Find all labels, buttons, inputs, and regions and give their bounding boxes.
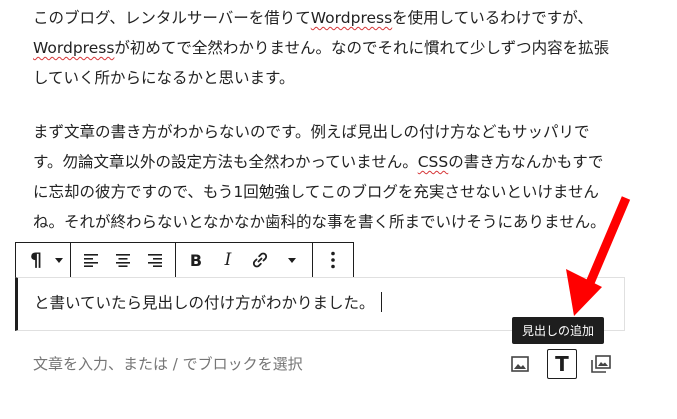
bold-icon: B	[189, 250, 203, 270]
align-right-button[interactable]	[139, 243, 171, 277]
add-heading-button[interactable]: T	[547, 349, 577, 379]
heading-icon: T	[555, 352, 569, 376]
formatting-group: B I	[176, 243, 313, 277]
paragraph-block[interactable]: このブログ、レンタルサーバーを借りてWordpressを使用しているわけですが、…	[33, 3, 613, 93]
options-group	[313, 243, 353, 277]
bold-button[interactable]: B	[180, 243, 212, 277]
align-right-icon	[148, 254, 162, 267]
align-left-button[interactable]	[75, 243, 107, 277]
caret-down-icon	[288, 257, 296, 263]
block-toolbar: ¶ B I	[15, 242, 354, 278]
paragraph-text: このブログ、レンタルサーバーを借りて	[33, 9, 311, 27]
paragraph-block-type-button[interactable]: ¶	[20, 243, 52, 277]
current-block-content[interactable]: と書いていたら見出しの付け方がわかりました。	[34, 291, 382, 315]
italic-icon: I	[224, 250, 232, 270]
misspelled-word: Wordpress	[33, 39, 115, 57]
paragraph-block[interactable]: まず文章の書き方がわからないのです。例えば見出しの付け方などもサッパリです。勿論…	[33, 117, 613, 241]
vertical-ellipsis-icon	[331, 251, 335, 269]
more-options-button[interactable]	[317, 243, 349, 277]
image-icon	[511, 356, 529, 372]
misspelled-word: Wordpress	[310, 9, 393, 27]
add-gallery-button[interactable]	[586, 349, 616, 379]
default-block-appender[interactable]: 文章を入力、または / でブロックを選択	[33, 353, 303, 374]
align-left-icon	[84, 254, 98, 267]
align-center-button[interactable]	[107, 243, 139, 277]
link-icon	[252, 252, 268, 268]
link-button[interactable]	[244, 243, 276, 277]
paragraph-text: が初めてで全然わかりません。なのでそれに慣れて少しずつ内容を拡張していく所からに…	[33, 39, 610, 87]
more-rich-text-controls-button[interactable]	[276, 243, 308, 277]
misspelled-word: CSS	[417, 153, 449, 171]
paragraph-text: を使用しているわけですが、	[392, 9, 593, 27]
caret-down-icon	[55, 257, 63, 263]
italic-button[interactable]: I	[212, 243, 244, 277]
block-type-group: ¶	[16, 243, 71, 277]
text-caret	[380, 292, 382, 312]
gallery-icon	[591, 355, 611, 373]
current-block-text: と書いていたら見出しの付け方がわかりました。	[34, 294, 375, 312]
paragraph-icon: ¶	[29, 249, 43, 271]
heading-tooltip: 見出しの追加	[512, 317, 605, 344]
add-image-button[interactable]	[505, 349, 535, 379]
align-center-icon	[116, 254, 130, 267]
alignment-group	[71, 243, 176, 277]
block-type-dropdown-button[interactable]	[52, 243, 66, 277]
